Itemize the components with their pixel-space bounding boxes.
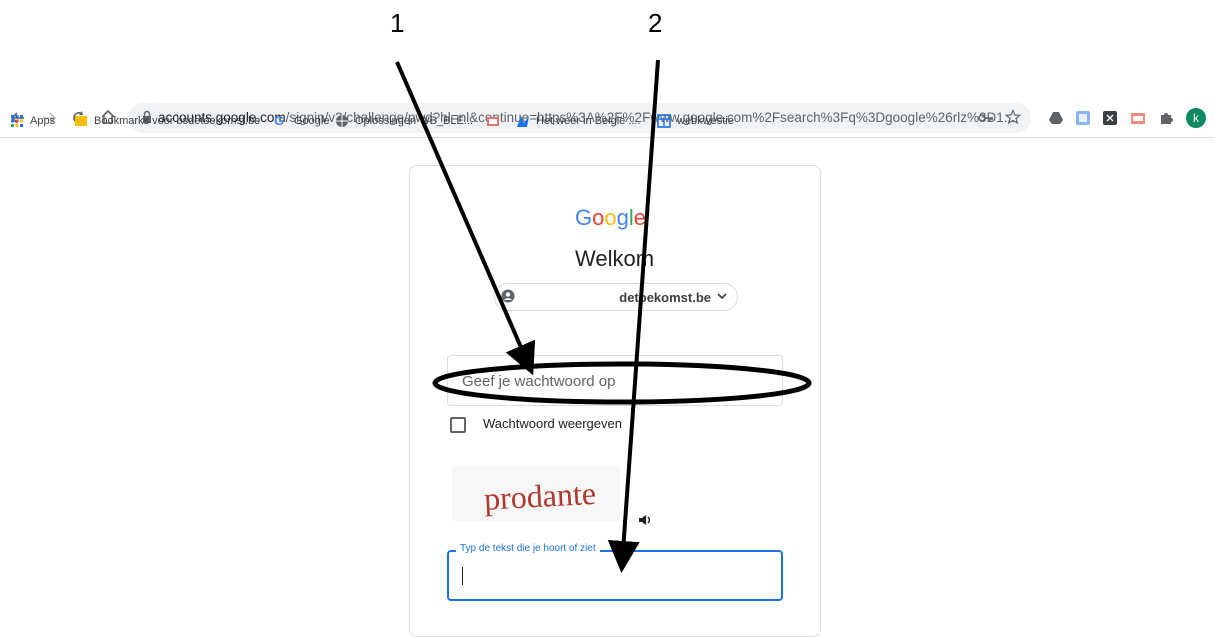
annotation-overlay bbox=[395, 59, 812, 573]
annotation-ellipse bbox=[432, 361, 812, 405]
annotation-arrow-1 bbox=[395, 61, 536, 376]
annotation-arrow-2 bbox=[607, 59, 660, 573]
